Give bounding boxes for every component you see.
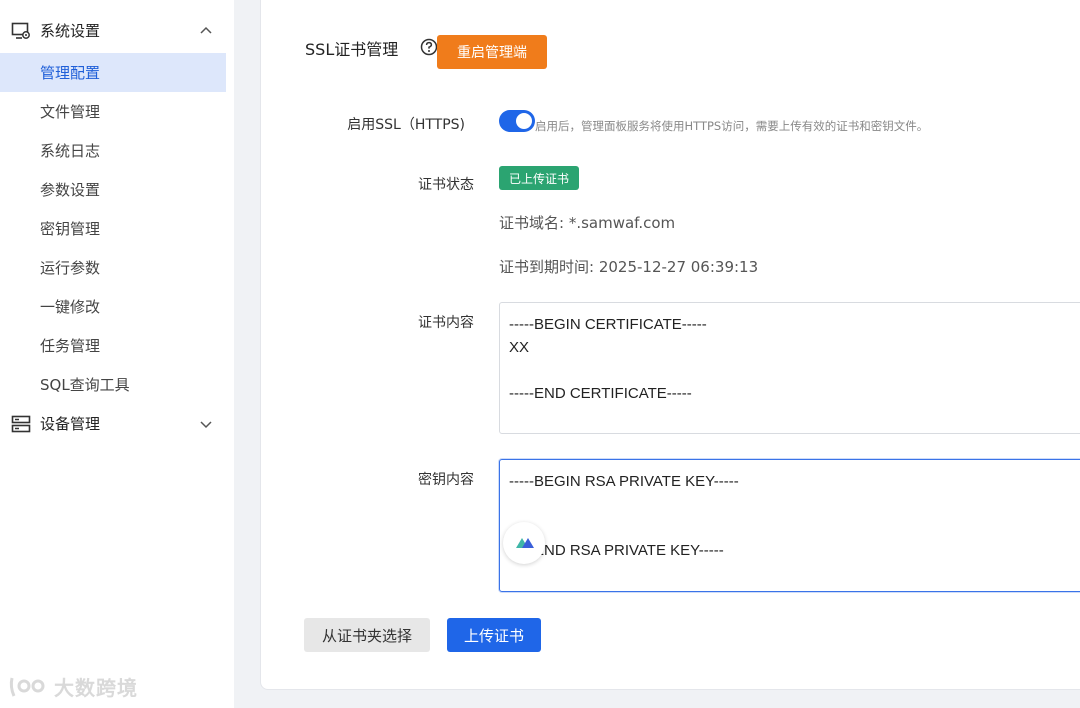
sidebar-item-key-management[interactable]: 密钥管理	[0, 209, 226, 248]
sidebar-item-management-config[interactable]: 管理配置	[0, 53, 226, 92]
sidebar-item-one-click-modify[interactable]: 一键修改	[0, 287, 226, 326]
sidebar-item-label: 文件管理	[40, 103, 101, 121]
cert-content-label: 证书内容	[418, 315, 474, 331]
chevron-down-icon[interactable]	[199, 417, 213, 431]
sidebar-item-label: 一键修改	[40, 298, 101, 316]
cert-status-label: 证书状态	[418, 177, 474, 193]
help-circle-icon[interactable]	[420, 38, 438, 56]
key-content-textarea[interactable]: -----BEGIN RSA PRIVATE KEY----- -----END…	[499, 459, 1080, 592]
upload-cert-button[interactable]: 上传证书	[447, 618, 541, 652]
monitor-gear-icon	[11, 22, 30, 39]
enable-ssl-label: 启用SSL（HTTPS)	[347, 117, 465, 133]
sidebar-item-label: 参数设置	[40, 181, 101, 199]
status-badge: 已上传证书	[499, 166, 580, 190]
sidebar-item-label: 运行参数	[40, 259, 101, 277]
toggle-knob	[516, 113, 532, 129]
choose-from-cert-folder-button[interactable]: 从证书夹选择	[304, 618, 430, 652]
sidebar: 系统设置 管理配置 文件管理 系统日志 参数设置 密钥管理 运行参数 一键修改 …	[0, 0, 234, 708]
sidebar-item-label: 密钥管理	[40, 220, 101, 238]
enable-ssl-toggle[interactable]	[499, 110, 535, 132]
server-icon	[11, 415, 31, 433]
watermark: 大数跨境	[8, 672, 138, 701]
sidebar-item-label: 系统日志	[40, 142, 101, 160]
sidebar-item-label: SQL查询工具	[40, 376, 130, 394]
enable-ssl-hint: 启用后，管理面板服务将使用HTTPS访问，需要上传有效的证书和密钥文件。	[535, 119, 929, 133]
section-title: SSL证书管理	[305, 40, 399, 59]
sidebar-group-device-management[interactable]: 设备管理	[0, 404, 234, 442]
cert-content-textarea[interactable]: -----BEGIN CERTIFICATE----- XX -----END …	[499, 302, 1080, 434]
key-content-label: 密钥内容	[418, 472, 474, 488]
sidebar-group-label: 设备管理	[40, 414, 101, 433]
floating-assistant-button[interactable]	[503, 522, 545, 564]
sidebar-group-system-settings[interactable]: 系统设置	[0, 11, 234, 49]
sidebar-item-label: 任务管理	[40, 337, 101, 355]
sidebar-item-file-management[interactable]: 文件管理	[0, 92, 226, 131]
assistant-logo-icon	[516, 538, 534, 548]
restart-admin-button[interactable]: 重启管理端	[437, 35, 547, 69]
sidebar-item-label: 管理配置	[40, 64, 101, 82]
cert-domain-text: 证书域名: *.samwaf.com	[499, 214, 676, 232]
sidebar-item-runtime-params[interactable]: 运行参数	[0, 248, 226, 287]
sidebar-item-parameter-settings[interactable]: 参数设置	[0, 170, 226, 209]
watermark-logo-icon	[9, 677, 45, 697]
chevron-up-icon[interactable]	[199, 24, 213, 38]
sidebar-item-task-management[interactable]: 任务管理	[0, 326, 226, 365]
sidebar-item-system-logs[interactable]: 系统日志	[0, 131, 226, 170]
sidebar-group-label: 系统设置	[40, 21, 101, 40]
cert-expiry-text: 证书到期时间: 2025-12-27 06:39:13	[499, 258, 759, 276]
sidebar-item-sql-query-tool[interactable]: SQL查询工具	[0, 365, 226, 404]
watermark-text: 大数跨境	[54, 676, 138, 700]
